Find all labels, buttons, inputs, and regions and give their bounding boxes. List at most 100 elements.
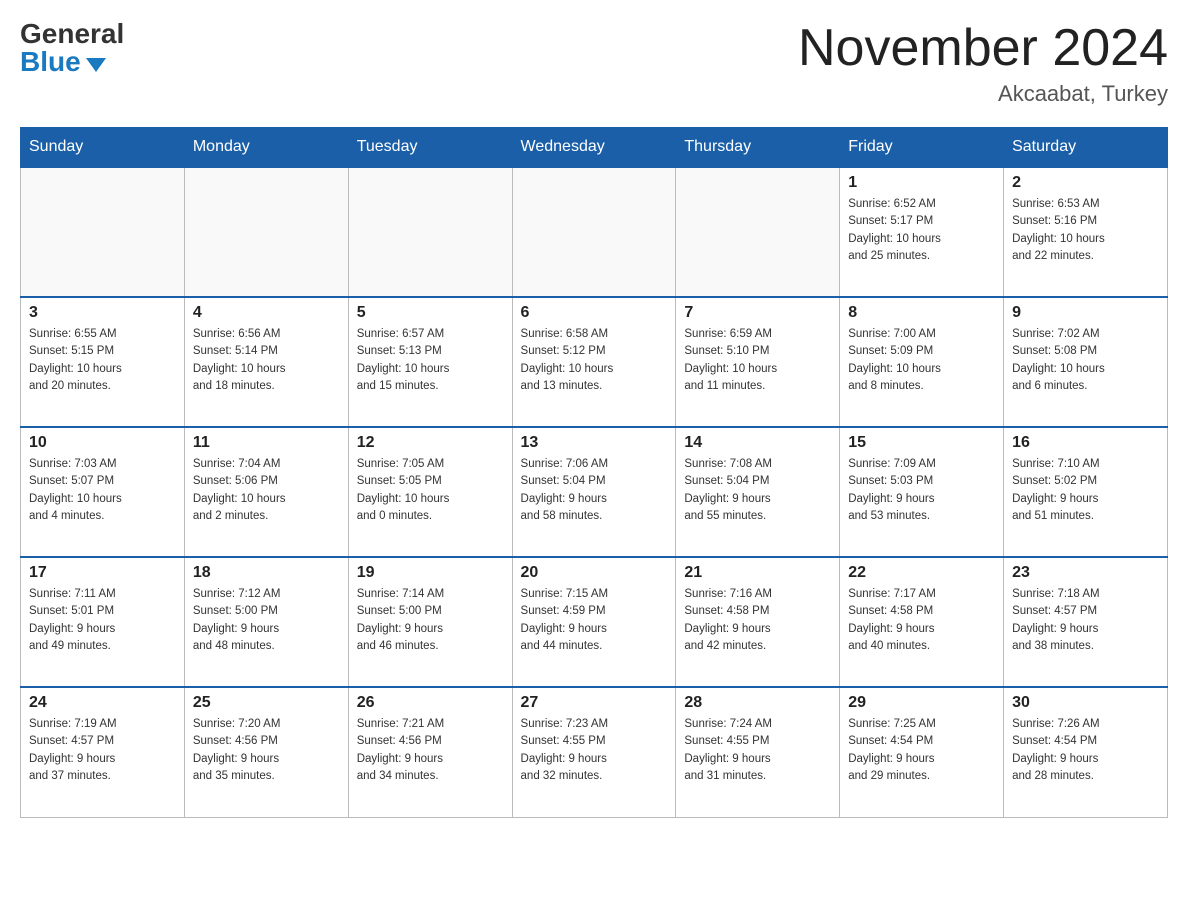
calendar-cell-week1-day5: 1 Sunrise: 6:52 AMSunset: 5:17 PMDaylight… — [840, 167, 1004, 297]
calendar-cell-week3-day6: 16 Sunrise: 7:10 AMSunset: 5:02 PMDayligh… — [1004, 427, 1168, 557]
day-info: Sunrise: 7:00 AMSunset: 5:09 PMDaylight:… — [848, 326, 995, 395]
calendar-cell-week3-day0: 10 Sunrise: 7:03 AMSunset: 5:07 PMDayligh… — [21, 427, 185, 557]
day-info: Sunrise: 6:55 AMSunset: 5:15 PMDaylight:… — [29, 326, 176, 395]
weekday-header-sunday: Sunday — [21, 128, 185, 168]
weekday-header-tuesday: Tuesday — [348, 128, 512, 168]
day-info: Sunrise: 7:04 AMSunset: 5:06 PMDaylight:… — [193, 456, 340, 525]
calendar-cell-week1-day2 — [348, 167, 512, 297]
day-number: 3 — [29, 304, 176, 322]
day-info: Sunrise: 7:26 AMSunset: 4:54 PMDaylight:… — [1012, 716, 1159, 785]
calendar-cell-week3-day5: 15 Sunrise: 7:09 AMSunset: 5:03 PMDayligh… — [840, 427, 1004, 557]
calendar-cell-week1-day3 — [512, 167, 676, 297]
weekday-header-thursday: Thursday — [676, 128, 840, 168]
calendar-cell-week4-day1: 18Sunrise: 7:12 AMSunset: 5:00 PMDayligh… — [184, 557, 348, 687]
day-info: Sunrise: 7:19 AMSunset: 4:57 PMDaylight:… — [29, 716, 176, 785]
week-row-1: 1 Sunrise: 6:52 AMSunset: 5:17 PMDaylight… — [21, 167, 1168, 297]
day-info: Sunrise: 7:16 AMSunset: 4:58 PMDaylight:… — [684, 586, 831, 655]
day-number: 22 — [848, 564, 995, 582]
day-number: 26 — [357, 694, 504, 712]
day-number: 15 — [848, 434, 995, 452]
title-section: November 2024 Akcaabat, Turkey — [798, 20, 1168, 107]
weekday-header-wednesday: Wednesday — [512, 128, 676, 168]
calendar-cell-week2-day6: 9Sunrise: 7:02 AMSunset: 5:08 PMDaylight… — [1004, 297, 1168, 427]
calendar-cell-week4-day5: 22 Sunrise: 7:17 AMSunset: 4:58 PMDayligh… — [840, 557, 1004, 687]
day-info: Sunrise: 7:23 AMSunset: 4:55 PMDaylight:… — [521, 716, 668, 785]
weekday-header-friday: Friday — [840, 128, 1004, 168]
week-row-4: 17Sunrise: 7:11 AMSunset: 5:01 PMDayligh… — [21, 557, 1168, 687]
day-info: Sunrise: 6:58 AMSunset: 5:12 PMDaylight:… — [521, 326, 668, 395]
day-number: 7 — [684, 304, 831, 322]
weekday-header-monday: Monday — [184, 128, 348, 168]
location-text: Akcaabat, Turkey — [798, 81, 1168, 107]
calendar-cell-week2-day1: 4 Sunrise: 6:56 AMSunset: 5:14 PMDaylight… — [184, 297, 348, 427]
day-number: 29 — [848, 694, 995, 712]
calendar-cell-week5-day5: 29 Sunrise: 7:25 AMSunset: 4:54 PMDayligh… — [840, 687, 1004, 817]
day-info: Sunrise: 6:52 AMSunset: 5:17 PMDaylight:… — [848, 196, 995, 265]
calendar-cell-week3-day4: 14 Sunrise: 7:08 AMSunset: 5:04 PMDayligh… — [676, 427, 840, 557]
calendar-cell-week2-day2: 5 Sunrise: 6:57 AMSunset: 5:13 PMDaylight… — [348, 297, 512, 427]
day-info: Sunrise: 7:03 AMSunset: 5:07 PMDaylight:… — [29, 456, 176, 525]
calendar-cell-week1-day0 — [21, 167, 185, 297]
day-number: 4 — [193, 304, 340, 322]
day-info: Sunrise: 7:18 AMSunset: 4:57 PMDaylight:… — [1012, 586, 1159, 655]
week-row-3: 10 Sunrise: 7:03 AMSunset: 5:07 PMDayligh… — [21, 427, 1168, 557]
calendar-cell-week2-day3: 6 Sunrise: 6:58 AMSunset: 5:12 PMDaylight… — [512, 297, 676, 427]
calendar-cell-week3-day1: 11 Sunrise: 7:04 AMSunset: 5:06 PMDayligh… — [184, 427, 348, 557]
day-info: Sunrise: 6:57 AMSunset: 5:13 PMDaylight:… — [357, 326, 504, 395]
logo-triangle-icon — [86, 58, 106, 72]
day-number: 25 — [193, 694, 340, 712]
week-row-5: 24 Sunrise: 7:19 AMSunset: 4:57 PMDayligh… — [21, 687, 1168, 817]
weekday-header-row: SundayMondayTuesdayWednesdayThursdayFrid… — [21, 128, 1168, 168]
day-number: 19 — [357, 564, 504, 582]
calendar-cell-week2-day4: 7Sunrise: 6:59 AMSunset: 5:10 PMDaylight… — [676, 297, 840, 427]
day-info: Sunrise: 6:53 AMSunset: 5:16 PMDaylight:… — [1012, 196, 1159, 265]
day-info: Sunrise: 7:14 AMSunset: 5:00 PMDaylight:… — [357, 586, 504, 655]
day-number: 24 — [29, 694, 176, 712]
calendar-cell-week5-day6: 30Sunrise: 7:26 AMSunset: 4:54 PMDayligh… — [1004, 687, 1168, 817]
day-info: Sunrise: 7:10 AMSunset: 5:02 PMDaylight:… — [1012, 456, 1159, 525]
calendar-cell-week5-day2: 26 Sunrise: 7:21 AMSunset: 4:56 PMDayligh… — [348, 687, 512, 817]
day-info: Sunrise: 7:06 AMSunset: 5:04 PMDaylight:… — [521, 456, 668, 525]
day-number: 16 — [1012, 434, 1159, 452]
day-number: 10 — [29, 434, 176, 452]
calendar-cell-week2-day5: 8Sunrise: 7:00 AMSunset: 5:09 PMDaylight… — [840, 297, 1004, 427]
day-number: 11 — [193, 434, 340, 452]
month-title: November 2024 — [798, 20, 1168, 77]
day-info: Sunrise: 7:25 AMSunset: 4:54 PMDaylight:… — [848, 716, 995, 785]
calendar-cell-week3-day2: 12 Sunrise: 7:05 AMSunset: 5:05 PMDayligh… — [348, 427, 512, 557]
day-info: Sunrise: 7:08 AMSunset: 5:04 PMDaylight:… — [684, 456, 831, 525]
day-number: 23 — [1012, 564, 1159, 582]
day-number: 6 — [521, 304, 668, 322]
day-info: Sunrise: 7:11 AMSunset: 5:01 PMDaylight:… — [29, 586, 176, 655]
calendar-cell-week4-day4: 21 Sunrise: 7:16 AMSunset: 4:58 PMDayligh… — [676, 557, 840, 687]
day-info: Sunrise: 7:24 AMSunset: 4:55 PMDaylight:… — [684, 716, 831, 785]
day-info: Sunrise: 7:21 AMSunset: 4:56 PMDaylight:… — [357, 716, 504, 785]
day-info: Sunrise: 7:09 AMSunset: 5:03 PMDaylight:… — [848, 456, 995, 525]
page-header: General Blue November 2024 Akcaabat, Tur… — [20, 20, 1168, 107]
day-number: 18 — [193, 564, 340, 582]
calendar-cell-week5-day0: 24 Sunrise: 7:19 AMSunset: 4:57 PMDayligh… — [21, 687, 185, 817]
day-info: Sunrise: 6:56 AMSunset: 5:14 PMDaylight:… — [193, 326, 340, 395]
day-info: Sunrise: 7:05 AMSunset: 5:05 PMDaylight:… — [357, 456, 504, 525]
day-number: 28 — [684, 694, 831, 712]
calendar-cell-week5-day4: 28 Sunrise: 7:24 AMSunset: 4:55 PMDayligh… — [676, 687, 840, 817]
day-number: 13 — [521, 434, 668, 452]
day-info: Sunrise: 7:17 AMSunset: 4:58 PMDaylight:… — [848, 586, 995, 655]
day-info: Sunrise: 7:15 AMSunset: 4:59 PMDaylight:… — [521, 586, 668, 655]
logo: General Blue — [20, 20, 142, 76]
day-number: 20 — [521, 564, 668, 582]
weekday-header-saturday: Saturday — [1004, 128, 1168, 168]
calendar-cell-week1-day1 — [184, 167, 348, 297]
day-number: 21 — [684, 564, 831, 582]
day-number: 9 — [1012, 304, 1159, 322]
calendar-cell-week4-day3: 20 Sunrise: 7:15 AMSunset: 4:59 PMDayligh… — [512, 557, 676, 687]
day-number: 1 — [848, 174, 995, 192]
day-number: 14 — [684, 434, 831, 452]
calendar-cell-week3-day3: 13 Sunrise: 7:06 AMSunset: 5:04 PMDayligh… — [512, 427, 676, 557]
day-number: 2 — [1012, 174, 1159, 192]
day-number: 12 — [357, 434, 504, 452]
calendar-cell-week4-day6: 23 Sunrise: 7:18 AMSunset: 4:57 PMDayligh… — [1004, 557, 1168, 687]
calendar-cell-week5-day1: 25Sunrise: 7:20 AMSunset: 4:56 PMDayligh… — [184, 687, 348, 817]
calendar-cell-week4-day2: 19 Sunrise: 7:14 AMSunset: 5:00 PMDayligh… — [348, 557, 512, 687]
day-number: 5 — [357, 304, 504, 322]
